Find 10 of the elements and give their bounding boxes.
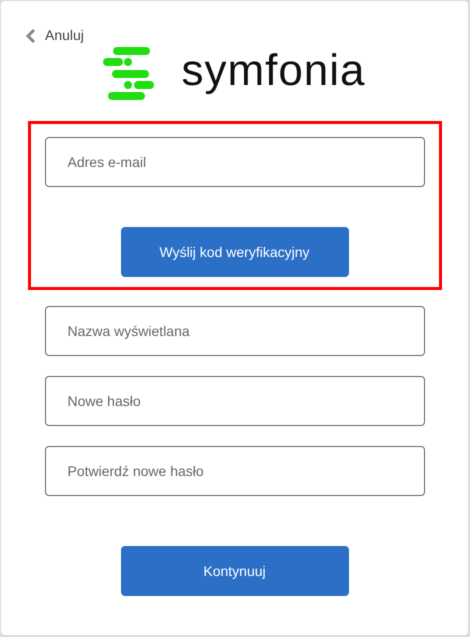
cancel-link[interactable]: Anuluj [25,25,84,46]
input-field[interactable]: Nowe hasło [44,376,424,426]
logo-icon [103,47,156,101]
input-field[interactable]: Adres e-mail [44,137,424,187]
send-code-button[interactable]: Wyślij kod weryfikacyjny [120,227,348,277]
logo-wordmark: symfonia [181,49,366,97]
chevron-left-icon [25,28,37,44]
input-field[interactable]: Nazwa wyświetlana [44,306,424,356]
continue-button[interactable]: Kontynuuj [120,546,348,596]
input-field[interactable]: Potwierdź nowe hasło [44,446,424,496]
